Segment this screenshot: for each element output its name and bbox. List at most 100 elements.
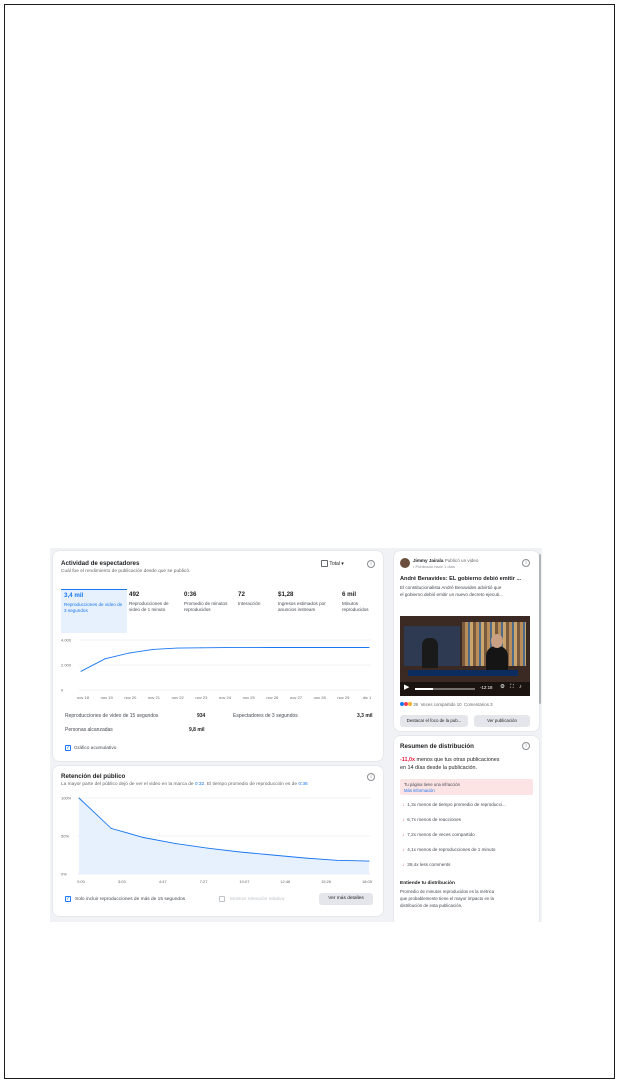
y-tick-label: 0 (61, 688, 64, 693)
metric-3s-views[interactable]: 3,4 mil Reproducciones de video de 3 seg… (61, 589, 127, 633)
post-headline: André Benavides: EL gobierno debió emiti… (400, 576, 522, 582)
data-point (104, 658, 106, 660)
x-tick-label: nov 20 (124, 695, 137, 700)
data-point (110, 827, 112, 829)
calendar-icon (321, 560, 328, 567)
data-point (239, 851, 241, 853)
data-point (336, 859, 338, 861)
settings-icon[interactable]: ⚙ (500, 684, 505, 690)
data-point (200, 647, 202, 649)
explain-line-1: Promedio de minutos reproducidos es la m… (400, 889, 495, 894)
play-icon[interactable]: ▶ (404, 683, 409, 691)
explain-line-3: distribución de esta publicación. (400, 903, 463, 908)
explain-line-2: que probablemente tiene el mayor impacto… (400, 896, 494, 901)
distribution-item: ↓ 7,2x menos de veces compartido (402, 832, 475, 837)
info-icon[interactable]: i (367, 773, 375, 781)
fullscreen-icon[interactable]: ⛶ (510, 684, 514, 691)
data-point (304, 857, 306, 859)
retention-subtitle-prefix: La mayor parte del público dejó de ver e… (61, 782, 195, 787)
distribution-item: ↓ 4,1x menos de reproducciones de 1 minut… (402, 847, 495, 852)
metric-label: Reproducciones de video de 1 minuto (129, 601, 169, 613)
distribution-item-text: 39,4x less comments (407, 862, 451, 867)
data-point (248, 647, 250, 649)
x-tick-label: nov 21 (148, 695, 161, 700)
metric-value: 72 (238, 591, 245, 598)
data-point (80, 670, 82, 672)
retention-chart: 0% 50% 100% 0:00 3:03 4:47 7:27 10:07 12:46 15:26… (61, 796, 373, 885)
include-15s-label: Solo incluir reproducciones de más de 15… (75, 897, 186, 902)
shares-count: Veces compartido 10 (420, 702, 462, 707)
insights-screenshot: Actividad de espectadores Cuál fue el re… (50, 548, 542, 922)
learn-more-link[interactable]: Más información (404, 788, 435, 793)
x-tick-label: 7:27 (200, 879, 209, 884)
total-filter-dropdown[interactable]: Total ▾ (321, 560, 344, 567)
volume-icon[interactable]: ♪ (519, 684, 522, 690)
x-tick-label: nov 19 (101, 695, 114, 700)
metric-label: Reproducciones de video de 3 segundos (64, 602, 123, 614)
stat-15s-label: Reproducciones de video de 15 segundos (65, 713, 159, 719)
cumulative-checkbox[interactable]: ✓ (65, 745, 71, 751)
metric-value: 6 mil (342, 591, 357, 598)
info-icon[interactable]: i (522, 559, 530, 567)
x-tick-label: nov 23 (195, 695, 208, 700)
metric-avg-minutes[interactable]: 0:36 Promedio de minutos reproducidos (181, 589, 231, 617)
x-tick-label: 18:05 (362, 879, 373, 884)
info-icon[interactable]: i (367, 560, 375, 568)
x-tick-label: 3:03 (118, 879, 127, 884)
x-tick-label: dic 1 (363, 695, 372, 700)
see-more-details-button[interactable]: Ver más detalles (319, 893, 373, 905)
metric-value: $1,28 (278, 591, 294, 598)
presenter-figure (422, 638, 438, 668)
x-tick-label: nov 24 (219, 695, 232, 700)
distribution-item-text: 7,2x menos de veces compartido (407, 832, 475, 837)
relative-retention-label: Mostrar retención relativa (230, 897, 285, 902)
metric-instream-revenue[interactable]: $1,28 Ingresos estimados por anuncios in… (275, 589, 333, 617)
avatar (400, 558, 410, 568)
video-player[interactable]: ▶ -12:18 ⚙ ⛶ ♪ (400, 616, 530, 696)
distribution-headline-text: menos que tus otras publicaciones (415, 757, 500, 763)
metric-interaction[interactable]: 72 Interacción (235, 589, 279, 610)
info-icon[interactable]: i (522, 742, 530, 750)
x-tick-label: 12:46 (280, 879, 291, 884)
distribution-title: Resumen de distribución (400, 743, 474, 750)
reactions-count: 39 (413, 702, 419, 707)
retention-card: Retención del público La mayor parte del… (53, 766, 383, 916)
arrow-down-icon: ↓ (402, 847, 405, 852)
metric-label: Minutos reproducidos (342, 601, 369, 613)
viewer-activity-title: Actividad de espectadores (61, 560, 140, 567)
scrollbar-thumb[interactable] (539, 554, 541, 704)
metric-label: Promedio de minutos reproducidos (184, 601, 228, 613)
data-point (344, 647, 346, 648)
chevron-down-icon: ▾ (341, 560, 344, 567)
x-tick-label: nov 26 (266, 695, 279, 700)
data-point (271, 854, 273, 856)
post-excerpt-line-1: El constitucionalista André Benavides ad… (400, 585, 502, 590)
retention-title: Retención del público (61, 773, 126, 780)
y-tick-label: 50% (61, 834, 69, 839)
x-tick-label: nov 28 (314, 695, 327, 700)
data-point (296, 647, 298, 648)
post-author[interactable]: Jimmy Jairala (413, 558, 443, 563)
data-point (207, 847, 209, 849)
stat-reach-value: 9,8 mil (189, 727, 205, 733)
explain-title: Entiende tu distribución (400, 881, 455, 886)
view-post-button[interactable]: Ver publicación (474, 715, 530, 727)
data-point (368, 860, 370, 862)
relative-retention-checkbox[interactable] (219, 896, 225, 902)
boost-post-button[interactable]: Destacar el foco de la pub... (400, 715, 468, 727)
metric-value: 0:36 (184, 591, 197, 598)
viewer-activity-subtitle: Cuál fue el rendimiento de publicación d… (61, 569, 191, 574)
include-15s-checkbox[interactable]: ✓ (65, 896, 71, 902)
x-tick-label: nov 27 (290, 695, 303, 700)
metric-1min-views[interactable]: 492 Reproducciones de video de 1 minuto (126, 589, 178, 617)
stat-15s-value: 934 (197, 713, 206, 719)
data-point (368, 647, 370, 648)
distribution-item-text: 1,3x menos de tiempo promedio de reprodu… (407, 802, 506, 807)
metric-label: Interacción (238, 601, 261, 607)
distribution-headline-1: -11,0x menos que tus otras publicaciones (400, 757, 500, 763)
y-tick-label: 0% (61, 872, 67, 877)
metric-minutes-viewed[interactable]: 6 mil Minutos reproducidos (339, 589, 385, 617)
drop-off-mark: 0:32 (194, 782, 205, 787)
data-point (142, 837, 144, 839)
arrow-down-icon: ↓ (402, 817, 405, 822)
